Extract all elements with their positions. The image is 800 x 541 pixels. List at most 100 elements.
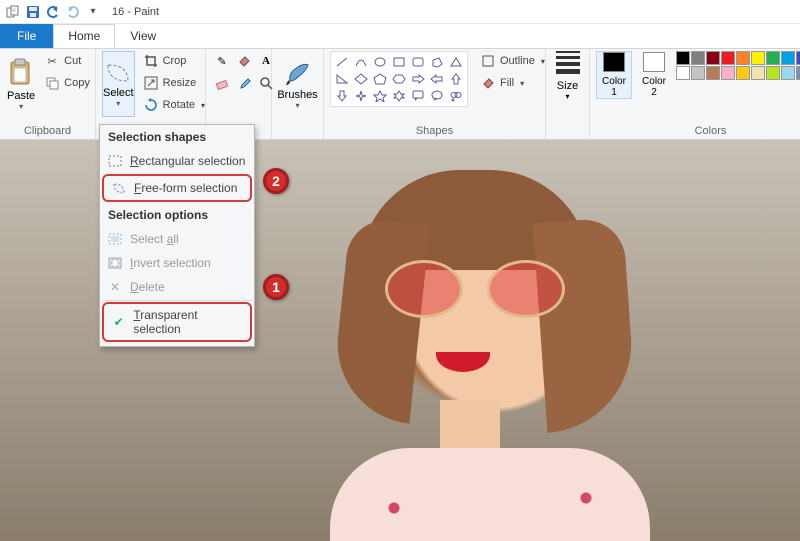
palette-swatch[interactable]: [721, 66, 735, 80]
shape-callout-cloud[interactable]: [447, 88, 465, 104]
cut-button[interactable]: ✂ Cut: [40, 51, 94, 71]
tab-file[interactable]: File: [0, 24, 53, 48]
chevron-down-icon: ▾: [541, 57, 545, 66]
palette-swatch[interactable]: [766, 66, 780, 80]
app-icon[interactable]: [4, 3, 22, 21]
shape-rect[interactable]: [390, 54, 408, 70]
shape-line[interactable]: [333, 54, 351, 70]
title-bar: ▾ 16 - Paint: [0, 0, 800, 24]
group-colors: Color 1 Color 2 Colors: [590, 49, 800, 139]
color2-button[interactable]: Color 2: [636, 51, 672, 99]
dd-delete[interactable]: ✕ Delete: [100, 275, 254, 299]
group-label-colors: Colors: [596, 123, 800, 137]
palette-swatch[interactable]: [751, 51, 765, 65]
shape-fill-button[interactable]: Fill▾: [476, 73, 549, 93]
palette-swatch[interactable]: [676, 66, 690, 80]
palette-swatch[interactable]: [781, 66, 795, 80]
check-icon: ✔: [110, 314, 127, 330]
size-button[interactable]: Size ▾: [552, 51, 583, 101]
window-title: 16 - Paint: [112, 6, 159, 18]
palette-swatch[interactable]: [706, 66, 720, 80]
shapes-gallery[interactable]: [330, 51, 468, 107]
dd-invert-selection[interactable]: Invert selection: [100, 251, 254, 275]
group-size: Size ▾: [546, 49, 590, 139]
select-button[interactable]: Select ▾: [102, 51, 135, 117]
color1-label: Color 1: [602, 76, 626, 98]
shape-arrow-r[interactable]: [409, 71, 427, 87]
crop-button[interactable]: Crop: [139, 51, 209, 71]
palette-swatch[interactable]: [751, 66, 765, 80]
rotate-label: Rotate: [163, 99, 195, 111]
fill-label: Fill: [500, 77, 514, 89]
copy-label: Copy: [64, 77, 90, 89]
resize-icon: [143, 75, 159, 91]
shape-pentagon[interactable]: [371, 71, 389, 87]
paste-button[interactable]: Paste ▾: [6, 51, 36, 117]
shape-triangle[interactable]: [447, 54, 465, 70]
shape-diamond[interactable]: [352, 71, 370, 87]
dd-transparent-selection[interactable]: ✔ Transparent selection: [102, 302, 252, 342]
callout-2: 2: [263, 168, 289, 194]
save-icon[interactable]: [24, 3, 42, 21]
pencil-tool[interactable]: ✎: [212, 51, 232, 71]
shape-hexagon[interactable]: [390, 71, 408, 87]
dd-all-label: Select all: [130, 232, 179, 246]
dd-freeform-selection[interactable]: Free-form selection: [102, 174, 252, 202]
cut-label: Cut: [64, 55, 81, 67]
palette-swatch[interactable]: [706, 51, 720, 65]
shape-callout-rect[interactable]: [409, 88, 427, 104]
dd-select-all[interactable]: Select all: [100, 227, 254, 251]
color1-swatch: [603, 52, 625, 72]
shape-callout-oval[interactable]: [428, 88, 446, 104]
dd-transparent-label: Transparent selection: [133, 308, 244, 336]
palette-swatch[interactable]: [766, 51, 780, 65]
shape-polygon[interactable]: [428, 54, 446, 70]
palette-swatch[interactable]: [691, 51, 705, 65]
shape-roundrect[interactable]: [409, 54, 427, 70]
tab-view[interactable]: View: [115, 24, 171, 48]
shape-star5[interactable]: [371, 88, 389, 104]
shape-oval[interactable]: [371, 54, 389, 70]
palette-swatch[interactable]: [736, 51, 750, 65]
select-label: Select: [103, 87, 134, 99]
palette-swatch[interactable]: [781, 51, 795, 65]
quick-access-toolbar: ▾: [4, 3, 102, 21]
fill-tool[interactable]: [234, 51, 254, 71]
shape-arrow-l[interactable]: [428, 71, 446, 87]
shape-arrow-u[interactable]: [447, 71, 465, 87]
rotate-button[interactable]: Rotate ▾: [139, 95, 209, 115]
shape-outline-button[interactable]: Outline▾: [476, 51, 549, 71]
palette-swatch[interactable]: [721, 51, 735, 65]
tab-home[interactable]: Home: [53, 24, 115, 48]
shape-star6[interactable]: [390, 88, 408, 104]
dd-rectangular-selection[interactable]: Rectangular selection: [100, 149, 254, 173]
group-shapes: Outline▾ Fill▾ Shapes: [324, 49, 546, 139]
shape-arrow-d[interactable]: [333, 88, 351, 104]
brushes-button[interactable]: Brushes ▾: [276, 51, 318, 117]
palette-swatch[interactable]: [691, 66, 705, 80]
shape-curve[interactable]: [352, 54, 370, 70]
resize-button[interactable]: Resize: [139, 73, 209, 93]
paste-icon: [8, 58, 34, 88]
dd-invert-label: Invert selection: [130, 256, 211, 270]
chevron-down-icon: ▾: [19, 102, 23, 111]
group-brushes: Brushes ▾: [272, 49, 324, 139]
palette-swatch[interactable]: [736, 66, 750, 80]
qat-customize-icon[interactable]: ▾: [84, 3, 102, 21]
dd-free-label: Free-form selection: [134, 181, 237, 195]
shape-right-tri[interactable]: [333, 71, 351, 87]
eraser-tool[interactable]: [212, 73, 232, 93]
cut-icon: ✂: [44, 53, 60, 69]
redo-icon[interactable]: [64, 3, 82, 21]
palette-swatch[interactable]: [676, 51, 690, 65]
chevron-down-icon: ▾: [201, 101, 205, 110]
shape-star4[interactable]: [352, 88, 370, 104]
size-icon: [556, 51, 580, 74]
freeform-select-icon: [110, 180, 128, 196]
copy-button[interactable]: Copy: [40, 73, 94, 93]
color-picker-tool[interactable]: [234, 73, 254, 93]
palette-swatch[interactable]: [796, 51, 800, 65]
undo-icon[interactable]: [44, 3, 62, 21]
palette-swatch[interactable]: [796, 66, 800, 80]
color1-button[interactable]: Color 1: [596, 51, 632, 99]
